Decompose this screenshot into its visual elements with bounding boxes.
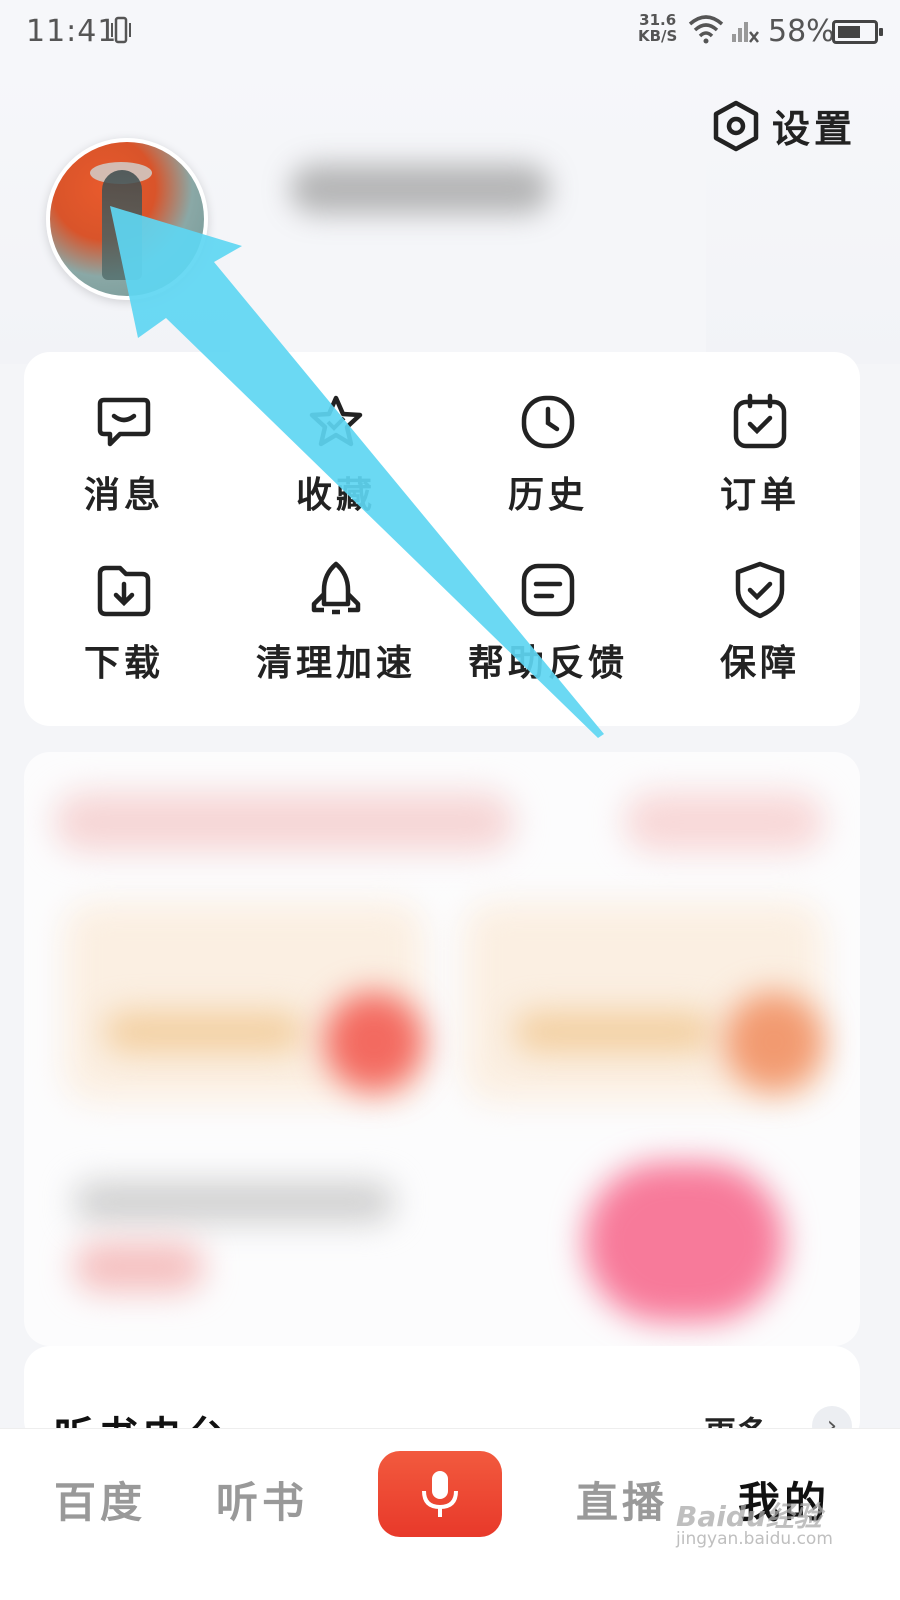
calendar-check-icon bbox=[733, 393, 787, 449]
menu-label: 清理加速 bbox=[255, 643, 416, 684]
shield-check-icon bbox=[735, 561, 785, 619]
net-speed: 31.6 KB/S bbox=[638, 12, 677, 44]
feedback-icon bbox=[521, 563, 575, 617]
wifi-icon bbox=[688, 15, 724, 44]
menu-label: 历史 bbox=[507, 475, 588, 516]
menu-item-messages[interactable]: 消息 bbox=[24, 392, 224, 518]
tab-live[interactable]: 直播 bbox=[576, 1469, 668, 1530]
message-icon bbox=[97, 397, 151, 447]
menu-item-orders[interactable]: 订单 bbox=[660, 392, 860, 518]
menu-label: 保障 bbox=[719, 643, 800, 684]
settings-button[interactable]: 设置 bbox=[712, 98, 856, 153]
settings-label: 设置 bbox=[772, 107, 857, 151]
microphone-icon bbox=[422, 1471, 458, 1517]
shortcut-menu-card: 消息 收藏 历史 订单 下载 清理加速 帮助反馈 保障 bbox=[24, 352, 860, 726]
net-speed-unit: KB/S bbox=[638, 27, 678, 45]
battery-icon bbox=[832, 20, 883, 44]
username-blurred bbox=[230, 134, 706, 354]
voice-search-button[interactable] bbox=[378, 1451, 502, 1537]
net-speed-value: 31.6 bbox=[639, 11, 677, 29]
menu-item-protection[interactable]: 保障 bbox=[660, 560, 860, 686]
menu-label: 收藏 bbox=[295, 475, 376, 516]
rocket-icon bbox=[311, 561, 361, 615]
menu-label: 消息 bbox=[83, 475, 164, 516]
bottom-tab-bar: 百度 听书 直播 我的 Baidu经验 jingyan.baidu.com bbox=[0, 1428, 900, 1600]
menu-item-favorites[interactable]: 收藏 bbox=[236, 392, 436, 518]
download-icon bbox=[97, 565, 151, 617]
menu-label: 帮助反馈 bbox=[467, 643, 628, 684]
menu-item-history[interactable]: 历史 bbox=[448, 392, 648, 518]
signal-icon bbox=[732, 22, 759, 43]
menu-label: 订单 bbox=[719, 475, 800, 516]
profile-avatar[interactable] bbox=[46, 138, 208, 300]
clock-icon bbox=[521, 395, 575, 449]
promo-card-blurred bbox=[24, 752, 860, 1346]
tab-baidu[interactable]: 百度 bbox=[54, 1469, 146, 1530]
watermark-url: jingyan.baidu.com bbox=[676, 1529, 833, 1549]
menu-item-cleanup[interactable]: 清理加速 bbox=[236, 560, 436, 686]
star-icon bbox=[309, 395, 363, 447]
menu-label: 下载 bbox=[83, 643, 164, 684]
status-bar: 11:41 31.6 KB/S 58% bbox=[0, 0, 900, 64]
status-time: 11:41 bbox=[26, 14, 118, 49]
settings-hexagon-icon bbox=[713, 100, 759, 151]
tab-audiobooks[interactable]: 听书 bbox=[216, 1469, 308, 1530]
battery-percent: 58% bbox=[768, 14, 835, 49]
vibrate-icon bbox=[111, 16, 131, 44]
menu-item-downloads[interactable]: 下载 bbox=[24, 560, 224, 686]
menu-item-feedback[interactable]: 帮助反馈 bbox=[448, 560, 648, 686]
